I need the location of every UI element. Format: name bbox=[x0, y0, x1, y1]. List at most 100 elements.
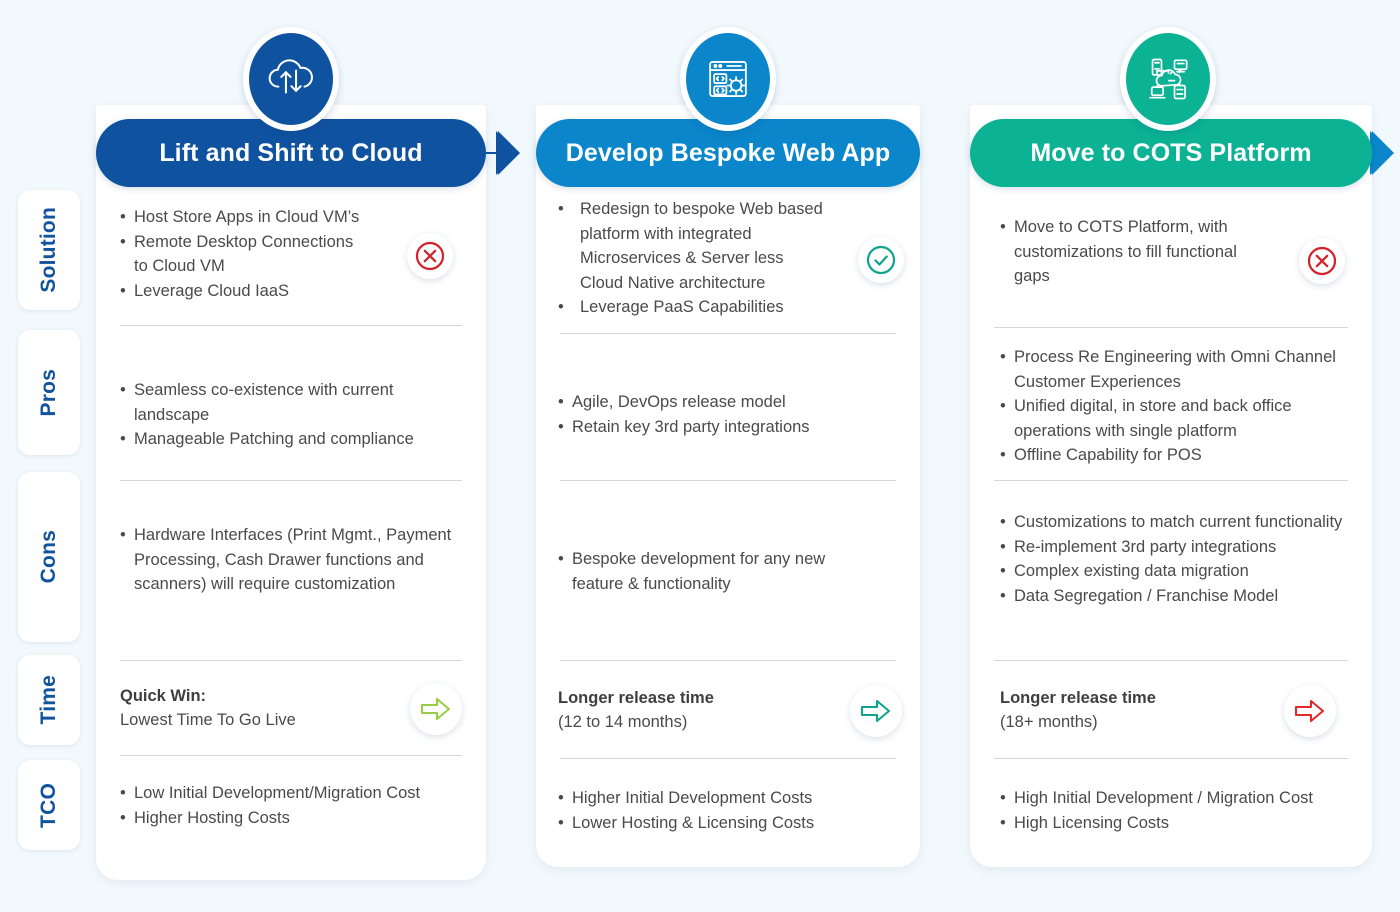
column-1-title: Lift and Shift to Cloud bbox=[159, 138, 423, 167]
column-3-time-sub: (18+ months) bbox=[1000, 713, 1098, 731]
column-1-solution-list: Host Store Apps in Cloud VM’s Remote Des… bbox=[120, 205, 366, 303]
column-3-solution-list: Move to COTS Platform, with customizatio… bbox=[1000, 215, 1262, 289]
column-1-time-sub: Lowest Time To Go Live bbox=[120, 711, 296, 729]
list-item: Lower Hosting & Licensing Costs bbox=[558, 811, 904, 836]
section-divider bbox=[994, 758, 1348, 759]
web-app-gear-icon bbox=[686, 33, 770, 125]
column-2-time-title: Longer release time bbox=[558, 689, 714, 707]
column-3-time-badge bbox=[1284, 685, 1336, 737]
rail-item-cons: Cons bbox=[18, 472, 80, 642]
column-2-time-sub: (12 to 14 months) bbox=[558, 713, 688, 731]
list-item: Data Segregation / Franchise Model bbox=[1000, 584, 1346, 609]
section-divider bbox=[560, 333, 896, 334]
column-1-icon-wrapper bbox=[243, 27, 339, 131]
column-2-solution-list: Redesign to bespoke Web based platform w… bbox=[558, 197, 830, 320]
rail-label-solution: Solution bbox=[37, 207, 60, 293]
column-1-cons-list: Hardware Interfaces (Print Mgmt., Paymen… bbox=[120, 523, 466, 597]
section-divider bbox=[120, 480, 462, 481]
list-item: Remote Desktop Connections to Cloud VM bbox=[120, 230, 366, 279]
list-item: Manageable Patching and compliance bbox=[120, 427, 470, 452]
column-3-time-section: Longer release time (18+ months) bbox=[970, 660, 1372, 737]
rail-item-pros: Pros bbox=[18, 330, 80, 455]
column-3-cons-list: Customizations to match current function… bbox=[1000, 510, 1346, 608]
column-1-solution-section: Host Store Apps in Cloud VM’s Remote Des… bbox=[96, 205, 486, 303]
section-divider bbox=[994, 480, 1348, 481]
column-3-time-title: Longer release time bbox=[1000, 689, 1156, 707]
column-1-tco-section: Low Initial Development/Migration Cost H… bbox=[96, 755, 486, 830]
rail-label-tco: TCO bbox=[37, 782, 60, 828]
comparison-diagram: Solution Pros Cons Time TCO Lift and Shi… bbox=[0, 0, 1400, 912]
column-2-pros-section: Agile, DevOps release model Retain key 3… bbox=[536, 333, 920, 439]
list-item: Low Initial Development/Migration Cost bbox=[120, 781, 470, 806]
column-2-cons-section: Bespoke development for any new feature … bbox=[536, 480, 920, 596]
column-2-tco-list: Higher Initial Development Costs Lower H… bbox=[558, 786, 904, 835]
column-2-icon-wrapper bbox=[680, 27, 776, 131]
column-2-time-badge bbox=[850, 685, 902, 737]
chevron-right-icon bbox=[1370, 131, 1394, 175]
rail-item-tco: TCO bbox=[18, 760, 80, 850]
list-item: Hardware Interfaces (Print Mgmt., Paymen… bbox=[120, 523, 466, 597]
rail-label-pros: Pros bbox=[37, 368, 60, 417]
list-item: Higher Hosting Costs bbox=[120, 806, 470, 831]
column-1-pros-section: Seamless co-existence with current lands… bbox=[96, 325, 486, 452]
right-arrow-icon bbox=[1294, 699, 1325, 723]
cloud-network-devices-icon bbox=[1126, 33, 1210, 125]
rail-item-time: Time bbox=[18, 655, 80, 745]
column-1-verdict-badge bbox=[407, 233, 453, 279]
column-1-time-badge bbox=[410, 683, 462, 735]
list-item: Complex existing data migration bbox=[1000, 559, 1346, 584]
list-item: Unified digital, in store and back offic… bbox=[1000, 394, 1354, 443]
rail-item-solution: Solution bbox=[18, 190, 80, 310]
cross-circle-icon bbox=[415, 241, 445, 271]
section-divider bbox=[560, 758, 896, 759]
list-item: Seamless co-existence with current lands… bbox=[120, 378, 470, 427]
column-3-title: Move to COTS Platform bbox=[1030, 138, 1312, 167]
column-2-cons-list: Bespoke development for any new feature … bbox=[558, 547, 850, 596]
section-divider bbox=[994, 327, 1348, 328]
section-divider bbox=[560, 660, 896, 661]
list-item: Re-implement 3rd party integrations bbox=[1000, 535, 1346, 560]
cross-circle-icon bbox=[1307, 246, 1337, 276]
column-3-tco-list: High Initial Development / Migration Cos… bbox=[1000, 786, 1356, 835]
column-1-cons-section: Hardware Interfaces (Print Mgmt., Paymen… bbox=[96, 480, 486, 597]
column-3-solution-section: Move to COTS Platform, with customizatio… bbox=[970, 215, 1372, 289]
list-item: Leverage Cloud IaaS bbox=[120, 279, 366, 304]
rail-label-cons: Cons bbox=[37, 530, 60, 584]
list-item: High Licensing Costs bbox=[1000, 811, 1356, 836]
list-item: Higher Initial Development Costs bbox=[558, 786, 904, 811]
column-2-tco-section: Higher Initial Development Costs Lower H… bbox=[536, 758, 920, 835]
column-1-tco-list: Low Initial Development/Migration Cost H… bbox=[120, 781, 470, 830]
cloud-upload-download-icon bbox=[249, 33, 333, 125]
section-divider bbox=[120, 325, 462, 326]
section-divider bbox=[994, 660, 1348, 661]
right-arrow-icon bbox=[420, 697, 451, 721]
column-1-pros-list: Seamless co-existence with current lands… bbox=[120, 378, 470, 452]
section-divider bbox=[120, 755, 462, 756]
list-item: Move to COTS Platform, with customizatio… bbox=[1000, 215, 1262, 289]
list-item: Retain key 3rd party integrations bbox=[558, 415, 904, 440]
column-3-pros-list: Process Re Engineering with Omni Channel… bbox=[1000, 345, 1354, 468]
list-item: Customizations to match current function… bbox=[1000, 510, 1346, 535]
list-item: Agile, DevOps release model bbox=[558, 390, 904, 415]
column-3-tco-section: High Initial Development / Migration Cos… bbox=[970, 758, 1372, 835]
list-item: Leverage PaaS Capabilities bbox=[558, 295, 830, 320]
section-divider bbox=[560, 480, 896, 481]
column-2-verdict-badge bbox=[858, 237, 904, 283]
rail-label-time: Time bbox=[37, 675, 60, 725]
list-item: Process Re Engineering with Omni Channel… bbox=[1000, 345, 1354, 394]
column-2-time-section: Longer release time (12 to 14 months) bbox=[536, 660, 920, 737]
category-rail: Solution Pros Cons Time TCO bbox=[18, 0, 80, 912]
column-2-pros-list: Agile, DevOps release model Retain key 3… bbox=[558, 390, 904, 439]
right-arrow-icon bbox=[860, 699, 891, 723]
section-divider bbox=[120, 660, 462, 661]
column-2-title: Develop Bespoke Web App bbox=[565, 138, 891, 167]
column-1-time-section: Quick Win: Lowest Time To Go Live bbox=[96, 660, 486, 735]
column-1-time-title: Quick Win: bbox=[120, 687, 207, 705]
list-item: High Initial Development / Migration Cos… bbox=[1000, 786, 1356, 811]
column-3-verdict-badge bbox=[1299, 238, 1345, 284]
arrow-col1-to-col2 bbox=[484, 119, 538, 187]
column-3-cons-section: Customizations to match current function… bbox=[970, 480, 1372, 608]
list-item: Redesign to bespoke Web based platform w… bbox=[558, 197, 830, 295]
list-item: Host Store Apps in Cloud VM’s bbox=[120, 205, 366, 230]
list-item: Bespoke development for any new feature … bbox=[558, 547, 850, 596]
